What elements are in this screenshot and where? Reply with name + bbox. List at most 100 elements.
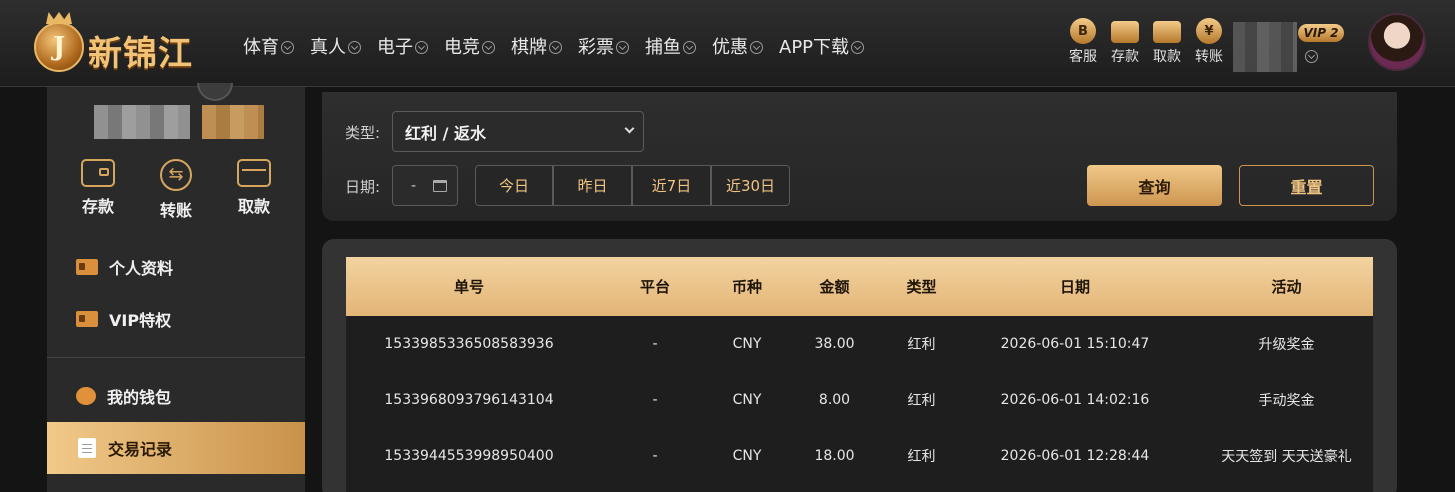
logo[interactable]: J 新锦江 <box>28 12 213 74</box>
main-nav: 体育 真人 电子 电竞 棋牌 彩票 捕鱼 优惠 APP下载 <box>243 33 880 59</box>
nav-label: 体育 <box>243 37 279 58</box>
withdraw-icon <box>1153 21 1181 43</box>
logo-badge: J <box>34 22 84 72</box>
quick-deposit[interactable]: 存款 <box>1104 18 1146 66</box>
table-row: 1533968093796143104 - CNY 8.00 红利 2026-0… <box>346 372 1373 428</box>
sidebar-item-vip[interactable]: VIP特权 <box>47 293 305 345</box>
nav-item-sports[interactable]: 体育 <box>243 33 294 59</box>
quick-customer-service[interactable]: B 客服 <box>1062 18 1104 66</box>
table-row: 1533985336508583936 - CNY 38.00 红利 2026-… <box>346 316 1373 372</box>
sidebar-item-label: 个人资料 <box>109 259 174 278</box>
quick-label: 转账 <box>1195 49 1223 65</box>
nav-item-app-download[interactable]: APP下载 <box>779 33 865 59</box>
table-header: 单号 平台 币种 金额 类型 日期 活动 <box>346 257 1373 316</box>
chevron-down-icon <box>348 40 361 54</box>
nav-item-fishing[interactable]: 捕鱼 <box>645 33 696 59</box>
chevron-down-icon <box>624 123 635 134</box>
wallet-icon <box>1111 21 1139 43</box>
avatar[interactable] <box>1368 13 1426 71</box>
sidebar-item-transactions[interactable]: 交易记录 <box>47 422 305 474</box>
vip-badge: VIP 2 <box>1298 24 1344 42</box>
document-icon <box>78 438 96 458</box>
last-30-days-button[interactable]: 近30日 <box>711 165 790 206</box>
cell-amount: 18.00 <box>814 448 855 464</box>
reset-button[interactable]: 重置 <box>1239 165 1374 206</box>
last-7-days-button[interactable]: 近7日 <box>632 165 711 206</box>
table-row: 1533944553998950400 - CNY 18.00 红利 2026-… <box>346 428 1373 484</box>
nav-label: 彩票 <box>578 37 614 58</box>
logo-letter: J <box>52 32 66 62</box>
customer-service-icon: B <box>1070 18 1096 44</box>
sidebar-item-label: 我的钱包 <box>107 388 172 407</box>
cell-platform: - <box>652 336 658 352</box>
quick-transfer[interactable]: ¥ 转账 <box>1188 18 1230 66</box>
user-tag-blurred <box>202 105 264 139</box>
chevron-down-icon[interactable] <box>1305 50 1318 63</box>
username-blurred <box>94 105 190 139</box>
date-label: 日期: <box>345 178 381 196</box>
cell-type: 红利 <box>907 449 936 465</box>
username-blurred[interactable] <box>1233 22 1297 72</box>
cell-activity: 升级奖金 <box>1258 337 1315 353</box>
chevron-down-icon <box>851 40 865 54</box>
sidebar-item-label: 交易记录 <box>108 440 173 459</box>
nav-label: 优惠 <box>712 37 748 58</box>
quick-label: 取款 <box>1153 49 1181 65</box>
chevron-down-icon <box>750 40 763 54</box>
column-header: 金额 <box>819 278 850 296</box>
sidebar-action-label: 存款 <box>81 197 114 216</box>
calendar-icon <box>433 179 447 192</box>
column-header: 币种 <box>731 278 762 296</box>
quick-date-group: 今日 昨日 近7日 近30日 <box>475 165 790 206</box>
sidebar-item-label: VIP特权 <box>109 311 172 330</box>
cell-currency: CNY <box>732 336 762 352</box>
chevron-down-icon <box>616 40 629 54</box>
cell-currency: CNY <box>732 392 762 408</box>
id-card-icon <box>76 311 98 327</box>
transfer-icon: ⇆ <box>160 159 192 191</box>
yesterday-button[interactable]: 昨日 <box>553 165 632 206</box>
date-range-input[interactable]: - <box>392 165 458 206</box>
type-label: 类型: <box>345 124 381 142</box>
cell-type: 红利 <box>907 393 936 409</box>
sidebar-deposit-button[interactable]: 存款 <box>68 159 128 221</box>
nav-item-lottery[interactable]: 彩票 <box>578 33 629 59</box>
sidebar-transfer-button[interactable]: ⇆ 转账 <box>146 159 206 221</box>
card-icon <box>237 159 271 187</box>
query-button[interactable]: 查询 <box>1087 165 1222 206</box>
cell-type: 红利 <box>907 337 936 353</box>
type-select[interactable]: 红利 / 返水 <box>392 111 644 152</box>
nav-label: 捕鱼 <box>645 37 681 58</box>
nav-item-esports[interactable]: 电竞 <box>444 33 495 59</box>
sidebar-action-label: 转账 <box>159 201 192 220</box>
sidebar-item-wallet[interactable]: 我的钱包 <box>47 370 305 422</box>
transfer-icon: ¥ <box>1196 18 1222 44</box>
nav-item-cards[interactable]: 棋牌 <box>511 33 562 59</box>
nav-label: 棋牌 <box>511 37 547 58</box>
sidebar-item-profile[interactable]: 个人资料 <box>47 241 305 293</box>
nav-label: 电竞 <box>444 37 480 58</box>
quick-withdraw[interactable]: 取款 <box>1146 18 1188 66</box>
sidebar-menu: 个人资料 VIP特权 我的钱包 交易记录 <box>47 241 305 474</box>
filter-panel: 类型: 红利 / 返水 日期: - 今日 昨日 近7日 近30日 查询 重置 <box>322 92 1397 221</box>
top-header: J 新锦江 体育 真人 电子 电竞 棋牌 彩票 捕鱼 优惠 APP下载 B 客服… <box>0 0 1455 87</box>
sidebar-actions: 存款 ⇆ 转账 取款 <box>47 159 305 221</box>
nav-item-promotions[interactable]: 优惠 <box>712 33 763 59</box>
sidebar: 存款 ⇆ 转账 取款 个人资料 VIP特权 我的钱包 交易记录 <box>47 83 305 492</box>
nav-item-live[interactable]: 真人 <box>310 33 361 59</box>
nav-item-slots[interactable]: 电子 <box>377 33 428 59</box>
cell-date: 2026-06-01 14:02:16 <box>1000 392 1150 408</box>
chevron-down-icon <box>549 40 562 54</box>
cell-order-id: 1533968093796143104 <box>384 392 554 408</box>
wallet-icon <box>81 159 115 187</box>
chevron-down-icon <box>415 40 428 54</box>
type-select-value: 红利 / 返水 <box>405 123 486 143</box>
quick-label: 客服 <box>1069 49 1097 65</box>
chevron-down-icon <box>281 40 294 54</box>
sidebar-withdraw-button[interactable]: 取款 <box>224 159 284 221</box>
records-panel: 单号 平台 币种 金额 类型 日期 活动 1533985336508583936… <box>322 239 1397 492</box>
nav-label: APP下载 <box>779 37 850 58</box>
divider <box>47 357 305 358</box>
logo-text: 新锦江 <box>88 34 193 74</box>
today-button[interactable]: 今日 <box>475 165 553 206</box>
